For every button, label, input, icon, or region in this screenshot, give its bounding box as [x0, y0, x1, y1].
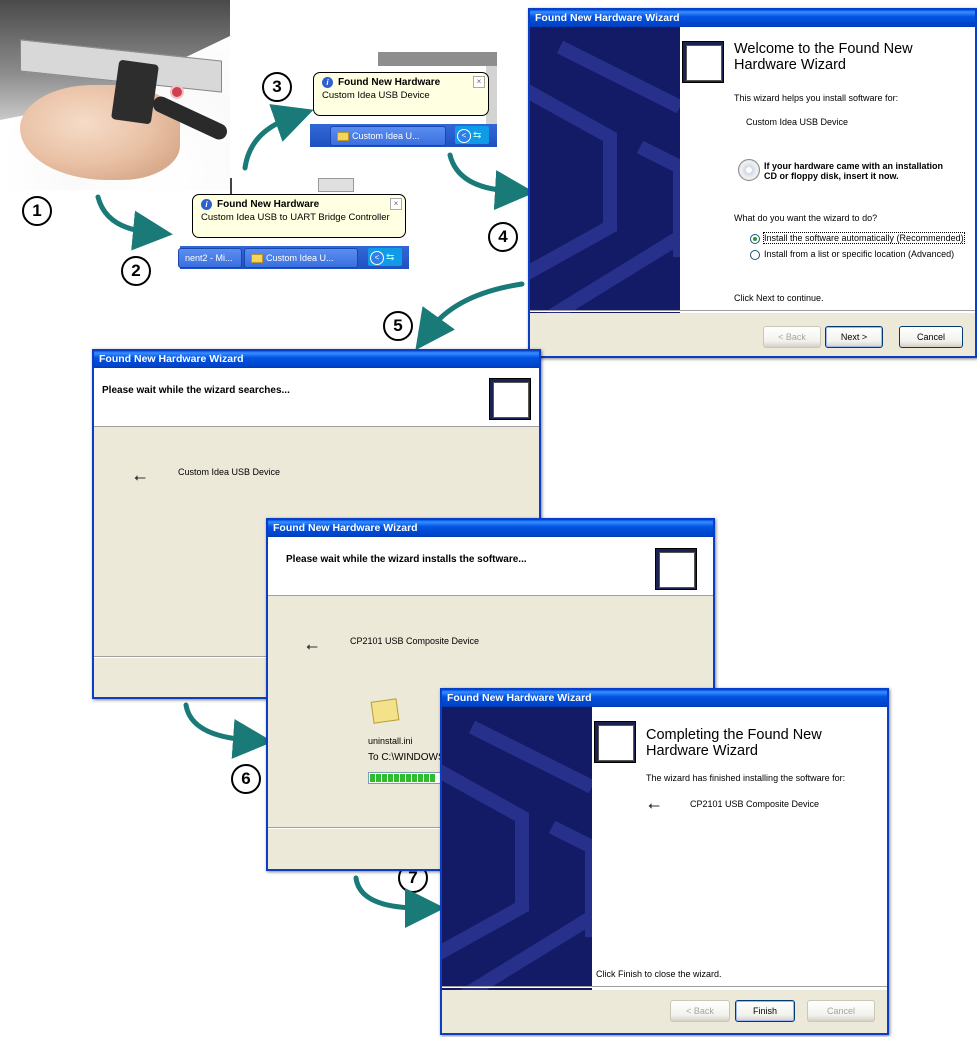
divider [442, 986, 887, 988]
taskbar: nent2 - Mi... Custom Idea U... < ⇆ [178, 246, 409, 269]
wizard-content: Welcome to the Found New Hardware Wizard… [680, 27, 975, 313]
option-label: Install from a list or specific location… [764, 249, 955, 259]
window-title: Found New Hardware Wizard [442, 690, 887, 707]
back-button[interactable]: < Back [763, 326, 821, 348]
cd-hint: If your hardware came with an installati… [764, 161, 944, 181]
usb-tray-icon[interactable]: ⇆ [473, 130, 481, 141]
arrow-step-3-to-4 [447, 152, 535, 211]
usb-icon: ⭠ [134, 469, 147, 486]
back-button[interactable]: < Back [670, 1000, 730, 1022]
balloon-message: Custom Idea USB Device [322, 90, 430, 101]
balloon-tip-bridge[interactable]: i Found New Hardware Custom Idea USB to U… [192, 194, 406, 238]
balloon-close-button[interactable]: × [390, 198, 402, 210]
usb-icon: ⭠ [648, 797, 661, 814]
balloon-tip-device[interactable]: i Found New Hardware Custom Idea USB Devi… [313, 72, 489, 116]
balloon-tip-bridge-area: i Found New Hardware Custom Idea USB to U… [178, 178, 409, 273]
progress-fill [370, 774, 435, 782]
arrow-step-4-to-5 [415, 281, 525, 351]
device-name: Custom Idea USB Device [746, 117, 849, 127]
arrow-step-1-to-2 [95, 194, 173, 251]
next-button[interactable]: Next > [825, 326, 883, 348]
cd-icon [738, 159, 760, 181]
hardware-wizard-icon [682, 41, 724, 83]
hardware-wizard-icon [655, 548, 697, 590]
radio-button[interactable] [750, 249, 760, 260]
arrow-step-6-to-7 [353, 875, 445, 928]
tray-chevron-icon[interactable]: < [457, 129, 471, 143]
arrow-step-2-to-3 [242, 104, 314, 171]
wizard-header: Please wait while the wizard searches... [94, 368, 539, 427]
window-title: Found New Hardware Wizard [94, 351, 539, 368]
taskbar-item-label: Custom Idea U... [352, 131, 420, 141]
wizard-welcome-window: Found New Hardware Wizard Welcome to the… [528, 8, 977, 358]
cancel-button[interactable]: Cancel [807, 1000, 875, 1022]
device-name: Custom Idea USB Device [178, 467, 281, 477]
balloon-message: Custom Idea USB to UART Bridge Controlle… [201, 212, 390, 223]
tray-chevron-icon[interactable]: < [370, 251, 384, 265]
wizard-sidebar-graphic [530, 27, 680, 313]
cancel-button[interactable]: Cancel [899, 326, 963, 348]
device-name: CP2101 USB Composite Device [350, 636, 480, 646]
wizard-heading: Completing the Found New Hardware Wizard [646, 727, 822, 759]
window-title: Found New Hardware Wizard [268, 520, 713, 537]
arrow-step-5-to-6 [183, 702, 273, 759]
file-destination: To C:\WINDOWS [368, 752, 445, 763]
system-tray: < ⇆ [455, 126, 489, 144]
device-name: CP2101 USB Composite Device [690, 799, 820, 809]
option-install-automatically[interactable]: Install the software automatically (Reco… [750, 232, 965, 244]
balloon-tip-device-area: i Found New Hardware Custom Idea USB Devi… [310, 52, 497, 150]
wizard-heading: Welcome to the Found New Hardware Wizard [734, 41, 913, 73]
folder-icon [251, 254, 263, 264]
taskbar-item-folder[interactable]: Custom Idea U... [244, 248, 358, 268]
folder-icon [337, 132, 349, 142]
option-label: Install the software automatically (Reco… [763, 232, 965, 244]
taskbar-item-label: Custom Idea U... [266, 253, 334, 263]
wizard-heading: Please wait while the wizard searches... [102, 385, 290, 396]
usb-tray-icon[interactable]: ⇆ [386, 252, 394, 263]
balloon-title: Found New Hardware [217, 199, 320, 210]
taskbar: Custom Idea U... < ⇆ [310, 124, 497, 147]
option-install-from-list[interactable]: Install from a list or specific location… [750, 249, 954, 260]
finish-instruction: Click Finish to close the wizard. [596, 969, 722, 979]
divider [530, 310, 975, 312]
wizard-complete-window: Found New Hardware Wizard Completing the… [440, 688, 889, 1035]
hardware-wizard-icon [489, 378, 531, 420]
taskbar-item-document[interactable]: nent2 - Mi... [178, 248, 242, 268]
wizard-question: What do you want the wizard to do? [734, 213, 878, 223]
system-tray: < ⇆ [368, 248, 402, 266]
wizard-intro: This wizard helps you install software f… [734, 93, 899, 103]
info-icon: i [322, 77, 333, 88]
radio-button-selected[interactable] [750, 233, 760, 244]
balloon-title: Found New Hardware [338, 77, 441, 88]
hardware-wizard-icon [594, 721, 636, 763]
wizard-sidebar-graphic [442, 707, 592, 990]
wizard-header: Please wait while the wizard installs th… [268, 537, 713, 596]
window-title: Found New Hardware Wizard [530, 10, 975, 27]
taskbar-item-folder[interactable]: Custom Idea U... [330, 126, 446, 146]
completion-message: The wizard has finished installing the s… [646, 773, 846, 783]
info-icon: i [201, 199, 212, 210]
finish-button[interactable]: Finish [735, 1000, 795, 1022]
wizard-heading: Please wait while the wizard installs th… [286, 554, 527, 565]
wizard-content: Completing the Found New Hardware Wizard… [592, 707, 887, 990]
balloon-close-button[interactable]: × [473, 76, 485, 88]
file-name: uninstall.ini [368, 736, 413, 746]
file-copy-icon [370, 698, 400, 724]
usb-icon: ⭠ [306, 638, 319, 655]
continue-instruction: Click Next to continue. [734, 293, 824, 303]
